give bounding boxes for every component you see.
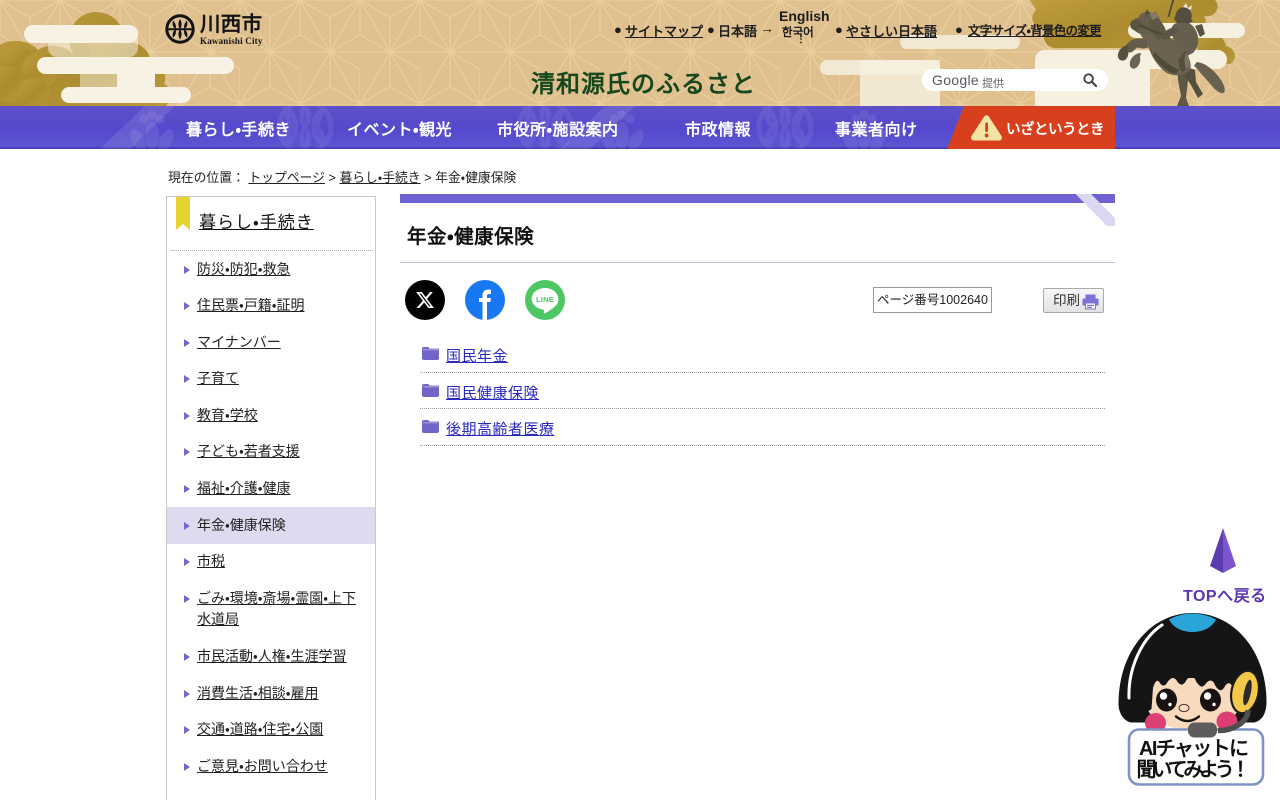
svg-text:聞いてみよう！: 聞いてみよう！: [1137, 758, 1251, 781]
svg-text:AIチャットに: AIチャットに: [1139, 738, 1249, 760]
svg-text:LINE: LINE: [536, 295, 554, 304]
